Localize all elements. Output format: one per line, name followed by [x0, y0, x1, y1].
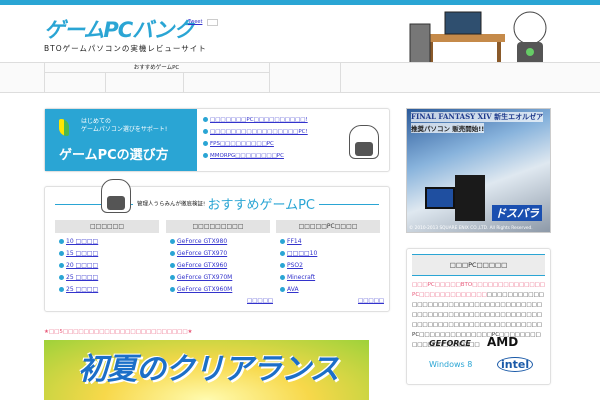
game-link[interactable]: FF14 — [280, 238, 302, 245]
guide-link[interactable]: FPS□□□□□□□□□PC — [203, 141, 274, 147]
bullet-icon — [59, 287, 64, 292]
tweet-count-box — [207, 19, 218, 26]
site-tagline: BTOゲームパソコンの実機レビューサイト — [44, 44, 207, 53]
mascot-cat-icon — [101, 179, 131, 213]
pc-guide-box: はじめての ゲームパソコン選びをサポート! ゲームPCの選び方 □□□□□□□PC… — [44, 108, 390, 172]
link-label: GeForce GTX960M — [177, 286, 233, 293]
bullet-icon — [203, 129, 208, 134]
link-label: 25 □□□□ — [66, 286, 99, 293]
nav-sub-cell[interactable] — [105, 73, 106, 93]
price-link[interactable]: 10 □□□□ — [59, 238, 98, 245]
reco-subtitle: 管理人うらみんが徹底検証! — [137, 201, 206, 208]
price-link[interactable]: 15 □□□□ — [59, 250, 98, 257]
bullet-icon — [170, 287, 175, 292]
guide-link[interactable]: □□□□□□□□□□□□□□□□□PC! — [203, 129, 308, 135]
gpu-link[interactable]: GeForce GTX970M — [170, 274, 232, 281]
gpu-link[interactable]: GeForce GTX960 — [170, 262, 227, 269]
bullet-icon — [170, 275, 175, 280]
link-label: 25 □□□□ — [66, 274, 99, 281]
clearance-sale-banner[interactable]: 初夏のクリアランス — [44, 340, 369, 400]
nav-bar: おすすめゲームPC — [0, 62, 600, 93]
recommended-pc-box: 管理人うらみんが徹底検証! おすすめゲームPC □□□□□□ □□□□□□□□□… — [44, 179, 390, 312]
bullet-icon — [170, 263, 175, 268]
bullet-icon — [280, 263, 285, 268]
guide-link-label: □□□□□□□PC□□□□□□□□□□! — [210, 117, 308, 123]
gpu-more-link[interactable]: □□□□□ — [247, 298, 273, 304]
link-label: AVA — [287, 286, 299, 293]
link-label: GeForce GTX970M — [177, 274, 233, 281]
bullet-icon — [280, 287, 285, 292]
ad-subtitle: 推奨パソコン 販売開始!! — [411, 123, 485, 133]
link-label: □□□□10 — [287, 250, 318, 257]
monitor-image — [425, 187, 455, 209]
gpu-link[interactable]: GeForce GTX960M — [170, 286, 232, 293]
ad-copyright: © 2010-2013 SQUARE ENIX CO.,LTD. All Rig… — [409, 226, 533, 231]
game-more-link[interactable]: □□□□□ — [358, 298, 384, 304]
price-link[interactable]: 20 □□□□ — [59, 262, 98, 269]
bullet-icon — [203, 117, 208, 122]
link-label: 15 □□□□ — [66, 250, 99, 257]
game-link[interactable]: AVA — [280, 286, 299, 293]
nav-recommended-pc[interactable]: おすすめゲームPC — [44, 63, 269, 73]
link-label: GeForce GTX960 — [177, 262, 228, 269]
bullet-icon — [170, 251, 175, 256]
link-label: FF14 — [287, 238, 302, 245]
game-link[interactable]: □□□□10 — [280, 250, 317, 257]
amd-logo: AMD — [487, 335, 519, 349]
guide-link-label: FPS□□□□□□□□□PC — [210, 141, 274, 147]
bullet-icon — [280, 275, 285, 280]
link-label: Minecraft — [287, 274, 316, 281]
gpu-link[interactable]: GeForce GTX970 — [170, 250, 227, 257]
bullet-icon — [59, 251, 64, 256]
link-label: PSO2 — [287, 262, 303, 269]
site-logo[interactable]: ゲームPCバンク — [44, 14, 194, 44]
column-header-gpu: □□□□□□□□□ — [166, 220, 270, 233]
pc-guide-banner[interactable]: はじめての ゲームパソコン選びをサポート! ゲームPCの選び方 — [45, 109, 197, 171]
mascot-cat-icon — [349, 125, 379, 159]
bullet-icon — [59, 275, 64, 280]
column-header-game: □□□□□PC□□□□ — [276, 220, 380, 233]
game-link[interactable]: PSO2 — [280, 262, 303, 269]
bullet-icon — [280, 239, 285, 244]
beginner-mark-icon — [59, 119, 69, 136]
link-label: GeForce GTX980 — [177, 238, 228, 245]
intel-logo: intel — [497, 357, 534, 372]
reco-title: おすすめゲームPC — [207, 198, 315, 213]
promo-heading: ★□□5□□□□□□□□□□□□□□□□□□□□□□□□★ — [44, 329, 193, 335]
guide-link[interactable]: □□□□□□□PC□□□□□□□□□□! — [203, 117, 308, 123]
link-label: GeForce GTX970 — [177, 250, 228, 257]
guide-small-line1: はじめての — [81, 118, 112, 125]
ff14-ad-banner[interactable]: FINAL FANTASY XIV 新生エオルゼア 推奨パソコン 販売開始!! … — [406, 108, 551, 233]
column-header-price: □□□□□□ — [55, 220, 159, 233]
bullet-icon — [170, 239, 175, 244]
link-label: 10 □□□□ — [66, 238, 99, 245]
guide-small-line2: ゲームパソコン選びをサポート! — [81, 126, 168, 133]
bullet-icon — [203, 153, 208, 158]
price-link[interactable]: 25 □□□□ — [59, 286, 98, 293]
banner-title: 初夏のクリアランス — [78, 352, 339, 387]
sidebar-about-box: □□□PC□□□□□ □□□PC□□□□□BTO□□□□□□□□□□□□□□PC… — [406, 248, 551, 385]
link-label: 20 □□□□ — [66, 262, 99, 269]
bullet-icon — [203, 141, 208, 146]
gpu-link[interactable]: GeForce GTX980 — [170, 238, 227, 245]
bullet-icon — [59, 263, 64, 268]
dospara-logo: ドスパラ — [492, 205, 542, 221]
game-link[interactable]: Minecraft — [280, 274, 315, 281]
guide-link-label: □□□□□□□□□□□□□□□□□PC! — [210, 129, 308, 135]
bullet-icon — [59, 239, 64, 244]
price-link[interactable]: 25 □□□□ — [59, 274, 98, 281]
windows8-logo: Windows 8 — [429, 360, 473, 369]
nav-sub-cell[interactable] — [183, 73, 184, 93]
tweet-link[interactable]: Tweet — [188, 19, 202, 25]
sidebar-title: □□□PC□□□□□ — [412, 254, 545, 276]
bullet-icon — [280, 251, 285, 256]
pc-tower-image — [455, 175, 485, 221]
guide-link[interactable]: MMORPG□□□□□□□□PC — [203, 153, 284, 159]
guide-link-label: MMORPG□□□□□□□□PC — [210, 153, 284, 159]
ad-title: FINAL FANTASY XIV 新生エオルゼア — [411, 112, 544, 122]
geforce-logo: GEFORCE — [429, 339, 471, 348]
guide-title: ゲームPCの選び方 — [59, 148, 169, 163]
